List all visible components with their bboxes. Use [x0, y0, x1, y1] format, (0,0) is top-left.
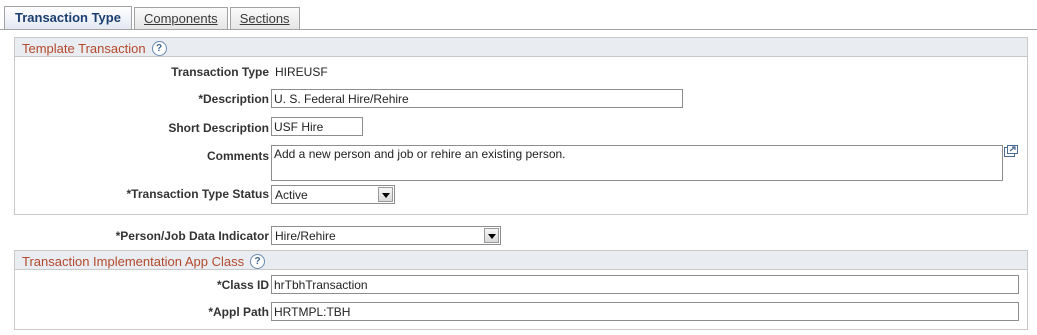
tab-components[interactable]: Components	[133, 7, 228, 29]
tab-divider	[0, 29, 1037, 30]
chevron-down-icon	[484, 228, 499, 243]
transaction-type-status-label: *Transaction Type Status	[126, 187, 269, 201]
person-job-indicator-label: *Person/Job Data Indicator	[115, 229, 269, 243]
tab-transaction-type[interactable]: Transaction Type	[4, 6, 132, 29]
person-job-indicator-select[interactable]: Hire/Rehire	[271, 226, 501, 245]
select-value: Hire/Rehire	[275, 229, 336, 243]
transaction-type-label: Transaction Type	[171, 65, 269, 79]
tab-label: Transaction Type	[15, 10, 121, 25]
group-title: Transaction Implementation App Class	[22, 253, 245, 269]
group-header: Template Transaction ?	[15, 38, 1027, 57]
question-mark-icon[interactable]: ?	[151, 40, 167, 56]
short-description-label: Short Description	[168, 121, 269, 135]
chevron-down-icon	[378, 187, 393, 202]
appl-path-input[interactable]	[271, 302, 1019, 321]
question-mark-icon[interactable]: ?	[250, 253, 266, 269]
tab-label: Sections	[239, 11, 290, 26]
transaction-type-value: HIREUSF	[275, 65, 328, 79]
tab-bar: Transaction Type Components Sections	[4, 6, 302, 29]
class-id-label: *Class ID	[216, 278, 269, 292]
appl-path-label: *Appl Path	[208, 305, 269, 319]
select-value: Active	[275, 188, 308, 202]
class-id-input[interactable]	[271, 275, 1019, 294]
comments-textarea[interactable]: Add a new person and job or rehire an ex…	[271, 145, 1003, 181]
tab-label: Components	[143, 11, 218, 26]
tab-sections[interactable]: Sections	[229, 7, 300, 29]
transaction-type-status-select[interactable]: Active	[271, 185, 395, 204]
short-description-input[interactable]	[271, 117, 363, 136]
description-input[interactable]	[271, 89, 683, 108]
group-header: Transaction Implementation App Class ?	[15, 251, 1027, 270]
group-title: Template Transaction	[22, 40, 146, 56]
comments-label: Comments	[206, 149, 269, 163]
description-label: *Description	[198, 92, 269, 106]
expand-textarea-icon[interactable]	[1004, 145, 1018, 157]
